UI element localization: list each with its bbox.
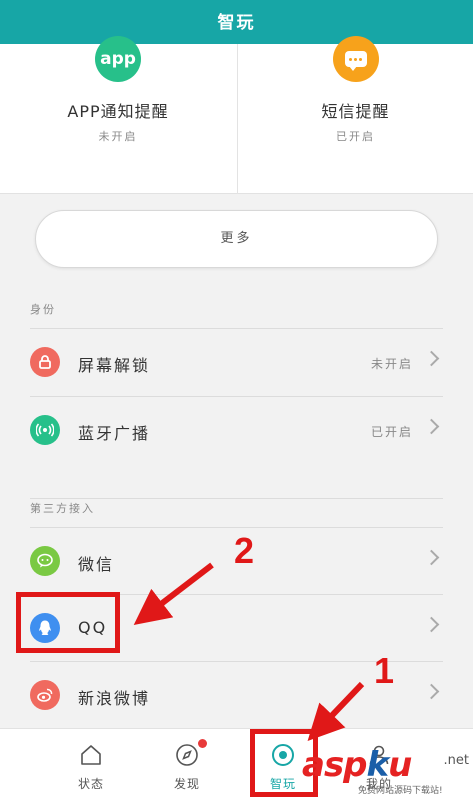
annotation-arrows xyxy=(133,562,365,742)
watermark-brand: aspku xyxy=(302,745,412,785)
watermark-subtitle: 免费网站源码下载站! xyxy=(358,786,443,796)
arrow-to-smart-play xyxy=(307,681,365,742)
arrow-to-qq xyxy=(133,562,214,625)
watermark-suffix: .net xyxy=(443,753,469,768)
watermark-logo: aspku .net 免费网站源码下载站! xyxy=(300,745,473,800)
